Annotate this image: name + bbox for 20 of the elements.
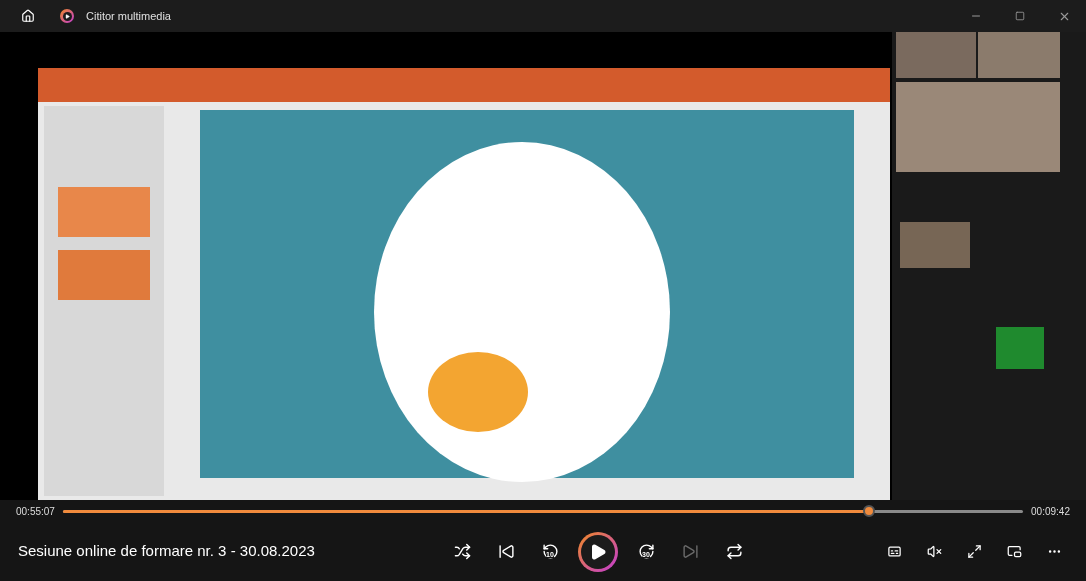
- rewind-icon: [541, 543, 559, 560]
- mute-icon: [926, 544, 942, 559]
- play-button[interactable]: [578, 531, 618, 572]
- next-icon: [681, 543, 699, 560]
- subtitles-icon: [886, 544, 902, 559]
- fullscreen-icon: [966, 544, 982, 559]
- mini-player-icon: [1006, 544, 1022, 559]
- shuffle-icon: [453, 543, 471, 560]
- forward-icon: [637, 543, 655, 560]
- elapsed-time: 00:55:07: [16, 504, 55, 519]
- progress-thumb[interactable]: [863, 505, 876, 517]
- window-title: Cititor multimedia: [86, 8, 171, 24]
- home-icon: [21, 9, 35, 23]
- previous-icon: [497, 543, 515, 560]
- media-title: Sesiune online de formare nr. 3 - 30.08.2023: [18, 541, 316, 562]
- remaining-time: 00:09:42: [1031, 504, 1070, 519]
- play-icon: [589, 542, 607, 561]
- repeat-icon: [725, 543, 743, 560]
- maximize-icon: [1015, 11, 1025, 21]
- app-logo-icon: [60, 9, 74, 23]
